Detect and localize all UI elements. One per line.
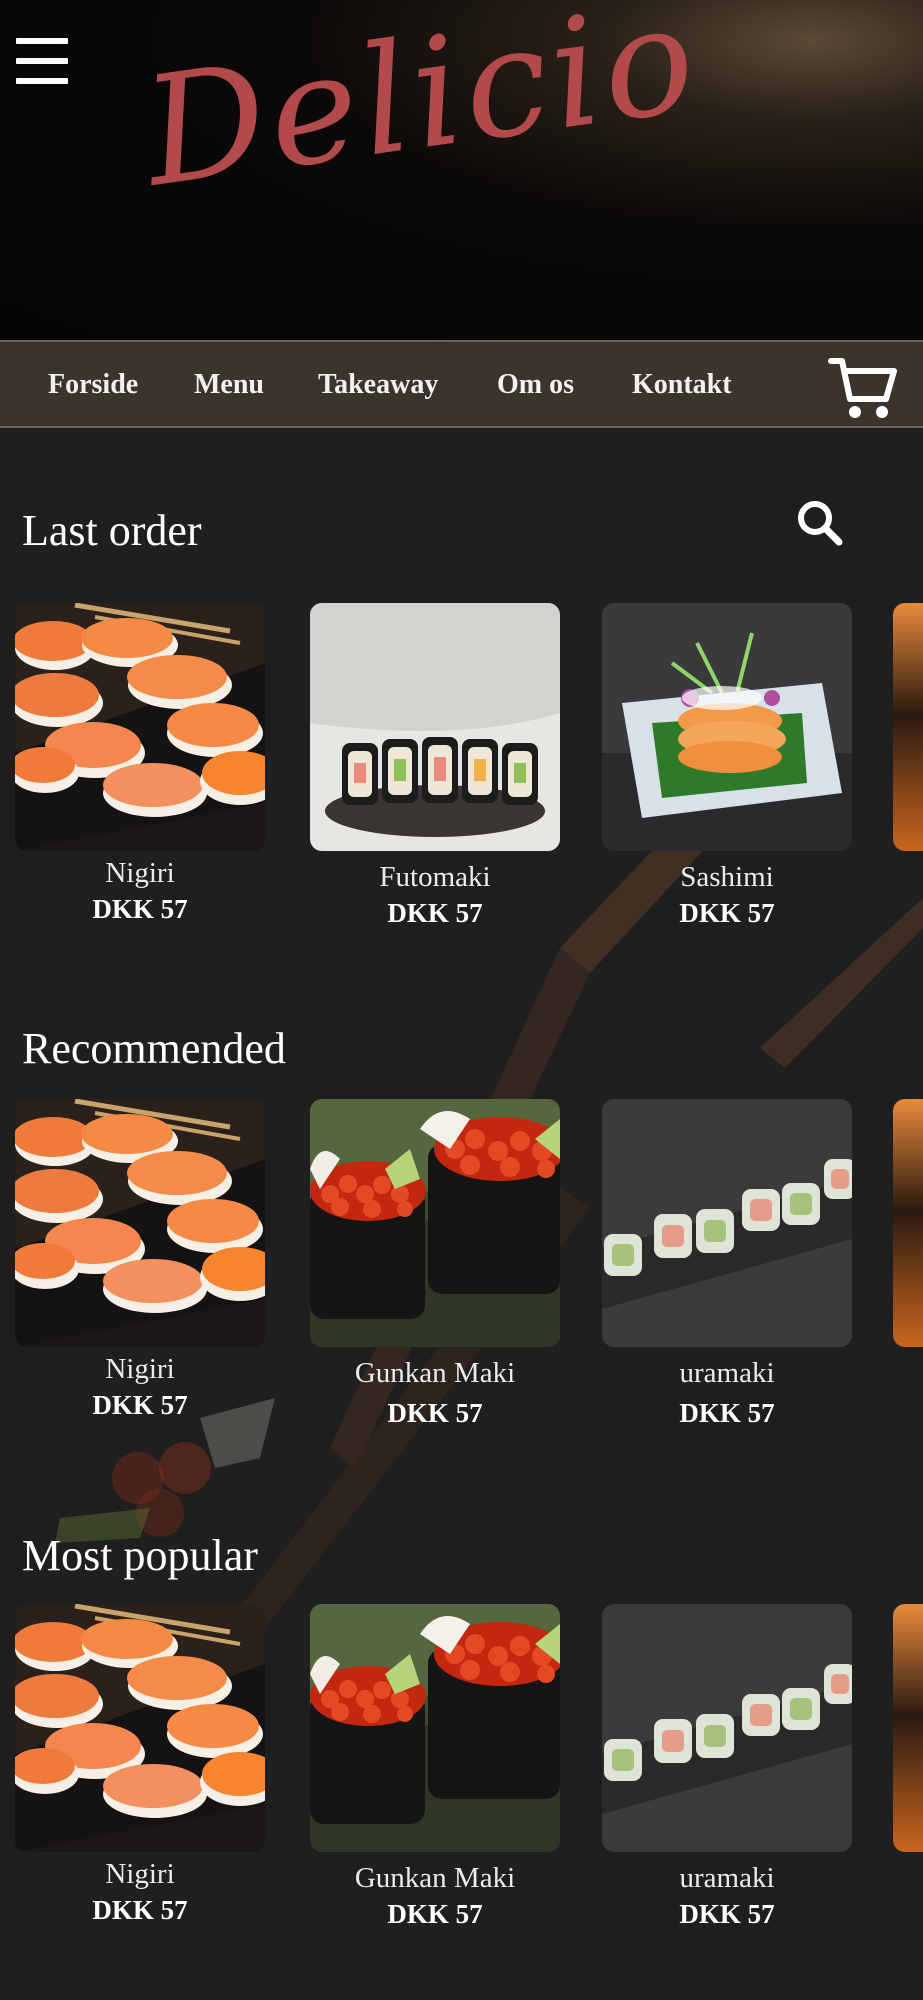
nav-item-om-os[interactable]: Om os: [497, 369, 574, 401]
product-price: DKK 57: [679, 1398, 775, 1428]
product-price: DKK 57: [92, 1895, 188, 1925]
section-title-recommended: Recommended: [22, 1024, 286, 1073]
nav-item-menu[interactable]: Menu: [194, 369, 264, 401]
product-name: uramaki: [679, 1862, 775, 1894]
product-card-sashimi[interactable]: Sashimi DKK 57: [602, 603, 852, 929]
nav-item-takeaway[interactable]: Takeaway: [318, 369, 438, 401]
page: Delicio Forside Menu Takeaway Om os Kont…: [0, 0, 923, 2000]
product-card-gunkan-maki[interactable]: Gunkan Maki DKK 57: [310, 1604, 560, 1930]
product-card-nigiri[interactable]: Nigiri DKK 57: [15, 603, 265, 925]
product-card-nigiri[interactable]: Nigiri DKK 57: [15, 1604, 265, 1926]
section-title-most-popular: Most popular: [22, 1531, 258, 1580]
product-card-uramaki[interactable]: uramaki DKK 57: [602, 1604, 852, 1930]
product-image-uramaki: [602, 1099, 852, 1347]
shopping-cart-icon[interactable]: [828, 355, 898, 421]
product-name: Sashimi: [680, 861, 774, 893]
product-card-gunkan-maki[interactable]: Gunkan Maki DKK 57: [310, 1099, 560, 1429]
main-nav: Forside Menu Takeaway Om os Kontakt: [0, 340, 923, 428]
product-price: DKK 57: [387, 1398, 483, 1428]
product-name: Nigiri: [105, 1858, 175, 1890]
product-price: DKK 57: [92, 1390, 188, 1420]
product-price: DKK 57: [679, 1899, 775, 1929]
logo: Delicio: [134, 0, 709, 221]
product-name: Nigiri: [105, 1353, 175, 1385]
product-image-futomaki: [310, 603, 560, 851]
product-card-nigiri[interactable]: Nigiri DKK 57: [15, 1099, 265, 1421]
product-price: DKK 57: [679, 898, 775, 928]
product-price: DKK 57: [387, 1899, 483, 1929]
product-price: DKK 57: [387, 898, 483, 928]
hamburger-icon[interactable]: [16, 38, 68, 84]
product-image-gunkan-maki: [310, 1604, 560, 1852]
product-name: Gunkan Maki: [354, 1862, 516, 1894]
product-card-partial[interactable]: [893, 603, 923, 851]
header-banner: Delicio: [0, 0, 923, 340]
product-card-futomaki[interactable]: Futomaki DKK 57: [310, 603, 560, 929]
product-image-nigiri: [15, 1099, 265, 1347]
product-name: Nigiri: [105, 857, 175, 889]
nav-item-forside[interactable]: Forside: [48, 369, 138, 401]
product-image-nigiri: [15, 603, 265, 851]
product-name: Gunkan Maki: [354, 1357, 516, 1389]
section-title-last-order: Last order: [22, 506, 202, 555]
nav-item-kontakt[interactable]: Kontakt: [632, 369, 732, 401]
search-icon[interactable]: [795, 498, 843, 546]
product-card-partial[interactable]: [893, 1099, 923, 1347]
product-name: uramaki: [679, 1357, 775, 1389]
product-price: DKK 57: [92, 894, 188, 924]
product-card-uramaki[interactable]: uramaki DKK 57: [602, 1099, 852, 1429]
product-image-uramaki: [602, 1604, 852, 1852]
product-image-gunkan-maki: [310, 1099, 560, 1347]
product-image-sashimi: [602, 603, 852, 851]
product-name: Futomaki: [379, 861, 491, 893]
product-card-partial[interactable]: [893, 1604, 923, 1852]
product-image-nigiri: [15, 1604, 265, 1852]
